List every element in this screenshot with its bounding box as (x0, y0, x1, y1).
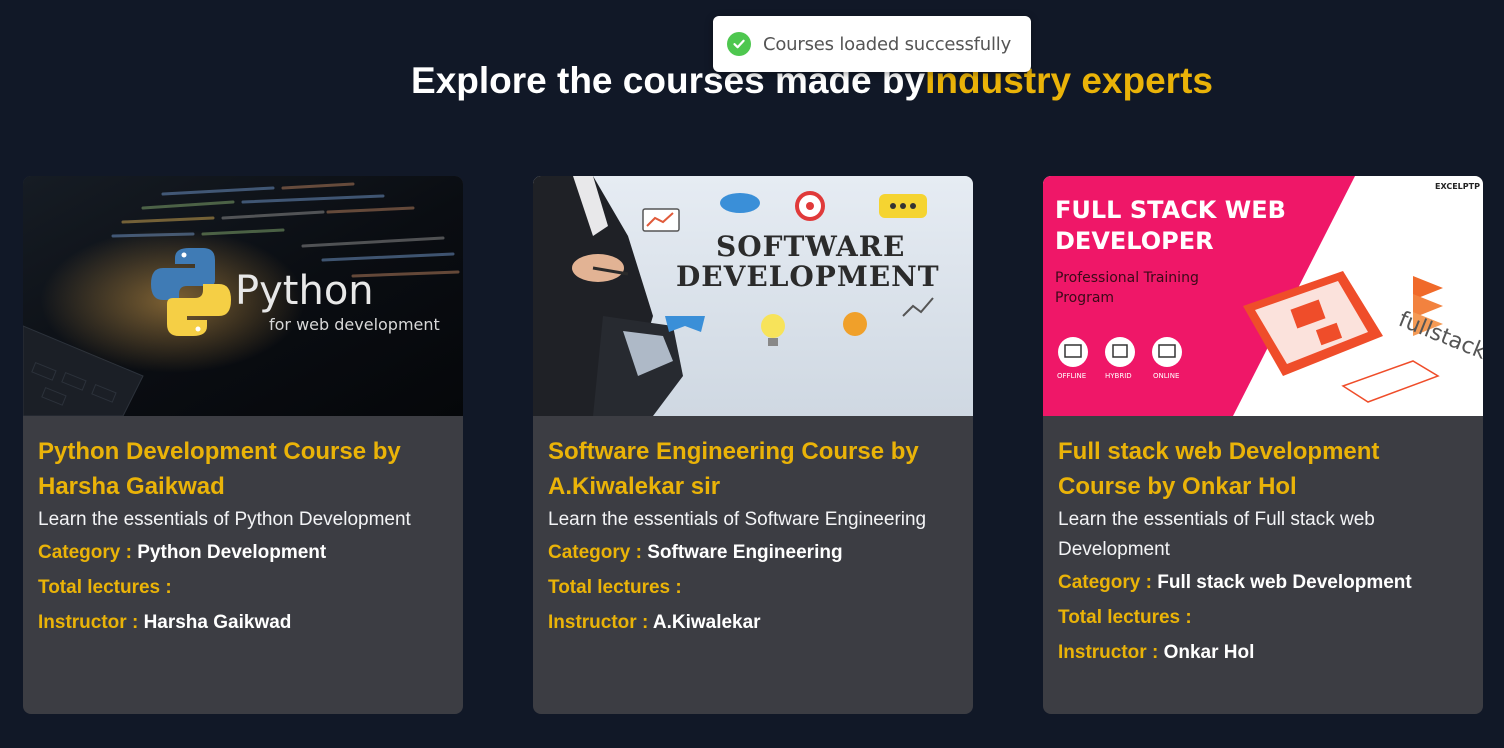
lectures-label: Total lectures : (548, 577, 682, 598)
instructor-label: Instructor : (38, 612, 144, 633)
toast-message: Courses loaded successfully (763, 33, 1012, 55)
course-instructor: Instructor : Onkar Hol (1058, 635, 1468, 670)
course-instructor: Instructor : A.Kiwalekar (548, 605, 958, 640)
lectures-label: Total lectures : (38, 577, 172, 598)
fullstack-image-line2: DEVELOPER (1055, 227, 1214, 255)
course-lectures: Total lectures : (1058, 600, 1468, 635)
python-image-subtitle: for web development (269, 315, 440, 334)
category-value: Software Engineering (647, 542, 843, 563)
category-label: Category : (38, 542, 138, 563)
course-card[interactable]: Python for web development Python Develo… (23, 176, 463, 714)
category-label: Category : (548, 542, 648, 563)
python-image-title: Python (235, 268, 374, 314)
course-thumbnail-software: SOFTWARE DEVELOPMENT (533, 176, 973, 416)
brand-text: EXCELPTP (1435, 182, 1480, 191)
fullstack-image-line4: Program (1055, 290, 1114, 306)
course-description: Learn the essentials of Full stack web D… (1058, 509, 1375, 560)
course-category: Category : Software Engineering (548, 535, 958, 570)
instructor-label: Instructor : (548, 612, 653, 633)
instructor-value: A.Kiwalekar (652, 612, 761, 633)
lectures-label: Total lectures : (1058, 607, 1192, 628)
mode-offline: OFFLINE (1057, 372, 1086, 380)
course-title[interactable]: Python Development Course by Harsha Gaik… (38, 434, 448, 504)
course-lectures: Total lectures : (38, 570, 448, 605)
category-value: Python Development (137, 542, 327, 563)
course-lectures: Total lectures : (548, 570, 958, 605)
toast-notification[interactable]: Courses loaded successfully (713, 16, 1031, 72)
course-title[interactable]: Software Engineering Course by A.Kiwalek… (548, 434, 958, 504)
course-description: Learn the essentials of Software Enginee… (548, 509, 927, 530)
check-circle-icon (727, 32, 751, 56)
course-title[interactable]: Full stack web Development Course by Onk… (1058, 434, 1468, 504)
fullstack-image-line1: FULL STACK WEB (1055, 196, 1286, 224)
mode-online: ONLINE (1153, 372, 1179, 380)
course-card[interactable]: EXCELPTP FULL STACK WEB DEVELOPER Profes… (1043, 176, 1483, 714)
instructor-value: Onkar Hol (1163, 642, 1255, 663)
category-label: Category : (1058, 572, 1158, 593)
course-thumbnail-python: Python for web development (23, 176, 463, 416)
category-value: Full stack web Development (1157, 572, 1412, 593)
course-description: Learn the essentials of Python Developme… (38, 509, 411, 530)
course-category: Category : Full stack web Development (1058, 565, 1468, 600)
mode-hybrid: HYBRID (1105, 372, 1132, 380)
instructor-label: Instructor : (1058, 642, 1164, 663)
course-category: Category : Python Development (38, 535, 448, 570)
course-instructor: Instructor : Harsha Gaikwad (38, 605, 448, 640)
course-card[interactable]: SOFTWARE DEVELOPMENT Software Engineerin… (533, 176, 973, 714)
software-image-line1: SOFTWARE (716, 230, 905, 263)
course-thumbnail-fullstack: EXCELPTP FULL STACK WEB DEVELOPER Profes… (1043, 176, 1483, 416)
software-image-line2: DEVELOPMENT (676, 260, 940, 293)
instructor-value: Harsha Gaikwad (143, 612, 292, 633)
fullstack-image-line3: Professional Training (1055, 270, 1199, 286)
